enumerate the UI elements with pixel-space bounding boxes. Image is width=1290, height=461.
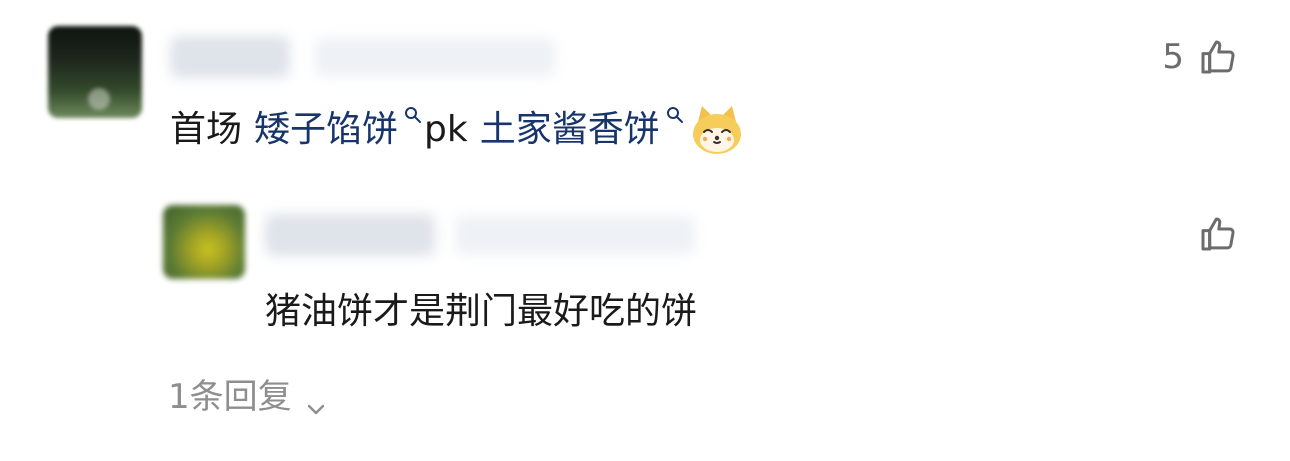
view-replies-label: 1条回复 bbox=[168, 377, 292, 417]
comment-body: 首场 矮子馅饼 pk 土家酱香饼 bbox=[170, 100, 744, 160]
search-icon bbox=[666, 106, 684, 134]
like-button[interactable]: 5 bbox=[1162, 34, 1238, 80]
doge-cat-emoji-icon bbox=[690, 104, 744, 156]
comment-meta-blur bbox=[315, 38, 555, 76]
reply-avatar[interactable] bbox=[163, 205, 245, 279]
chevron-down-icon bbox=[304, 385, 328, 415]
view-replies-button[interactable]: 1条回复 bbox=[168, 372, 328, 422]
topic-link-1-text: 矮子馅饼 bbox=[254, 109, 399, 150]
reply-meta-blur bbox=[455, 216, 695, 254]
thumb-up-icon bbox=[1198, 37, 1238, 77]
reply-username-blur bbox=[265, 214, 435, 256]
comment-text-middle: pk bbox=[424, 109, 468, 150]
search-icon bbox=[404, 106, 422, 134]
topic-link-1[interactable]: 矮子馅饼 bbox=[254, 102, 424, 158]
topic-link-2[interactable]: 土家酱香饼 bbox=[480, 102, 686, 158]
comment-avatar[interactable] bbox=[48, 26, 142, 118]
comment-username-blur bbox=[170, 36, 290, 78]
like-count: 5 bbox=[1162, 37, 1184, 77]
comment-text-prefix: 首场 bbox=[170, 109, 243, 150]
reply-body: 猪油饼才是荆门最好吃的饼 bbox=[265, 291, 698, 332]
topic-link-2-text: 土家酱香饼 bbox=[479, 109, 660, 150]
reply-like-button[interactable] bbox=[1198, 214, 1238, 254]
thumb-up-icon bbox=[1198, 214, 1238, 254]
